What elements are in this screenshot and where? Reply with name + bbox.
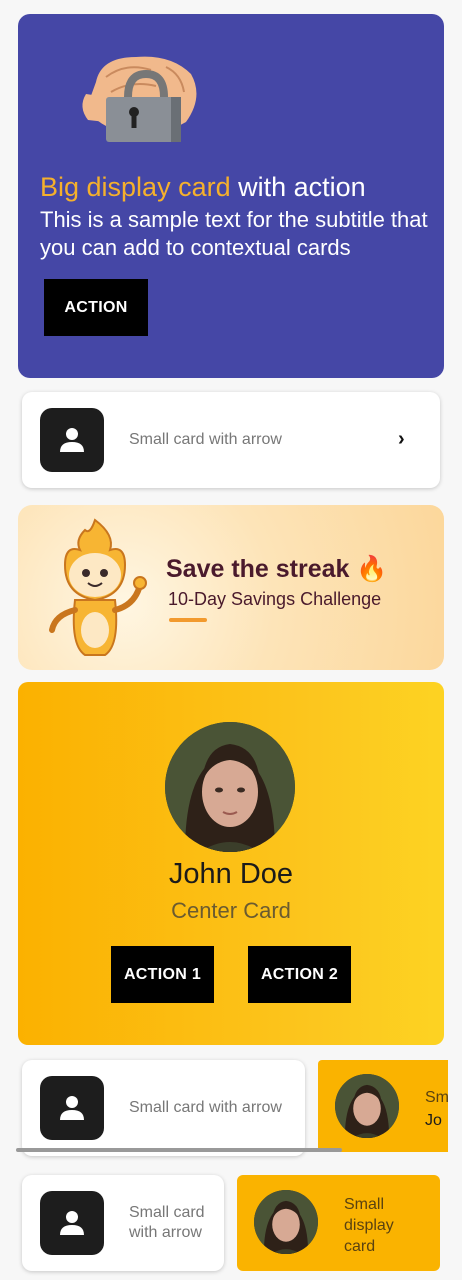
action-1-button[interactable]: ACTION 1: [111, 946, 214, 1003]
action-2-button[interactable]: ACTION 2: [248, 946, 351, 1003]
peek-label-line2: Jo: [425, 1112, 442, 1129]
display-card-label: Small display card: [344, 1196, 394, 1255]
avatar: [165, 722, 295, 852]
small-card-with-arrow-compact[interactable]: Small card with arrow: [22, 1175, 224, 1271]
carousel-small-card[interactable]: Small card with arrow: [22, 1060, 305, 1156]
carousel-scrollbar[interactable]: [16, 1148, 342, 1152]
streak-underline: [169, 618, 207, 622]
small-card-with-arrow[interactable]: Small card with arrow ›: [22, 392, 440, 488]
center-card-subtitle: Center Card: [171, 898, 291, 923]
big-card-subtitle: This is a sample text for the subtitle t…: [40, 207, 428, 260]
big-display-card: Big display card with action This is a s…: [18, 14, 444, 378]
avatar: [254, 1190, 318, 1254]
small-card-label: Small card with arrow: [129, 431, 282, 448]
streak-banner[interactable]: Save the streak 🔥 10-Day Savings Challen…: [18, 505, 444, 670]
avatar: [335, 1074, 399, 1138]
padlock-hand-icon: [82, 56, 197, 142]
streak-subtitle: 10-Day Savings Challenge: [168, 589, 382, 609]
action-button[interactable]: ACTION: [44, 279, 148, 336]
small-display-card[interactable]: Small display card: [237, 1175, 440, 1271]
person-icon: [40, 1076, 104, 1140]
chevron-right-icon[interactable]: ›: [398, 428, 405, 451]
carousel-display-card-peek[interactable]: Sm Jo: [318, 1060, 449, 1152]
compact-card-label: Small card with arrow: [129, 1204, 205, 1241]
peek-label-line1: Sm: [425, 1089, 449, 1106]
flame-mascot-icon: [49, 518, 147, 656]
big-card-title: Big display card with action: [40, 172, 366, 202]
person-icon: [40, 1191, 104, 1255]
center-card-name: John Doe: [168, 858, 294, 890]
carousel-card-label: Small card with arrow: [129, 1099, 282, 1116]
streak-title: Save the streak 🔥: [166, 555, 388, 583]
person-icon: [40, 408, 104, 472]
center-card: John Doe Center Card ACTION 1 ACTION 2: [18, 682, 444, 1045]
